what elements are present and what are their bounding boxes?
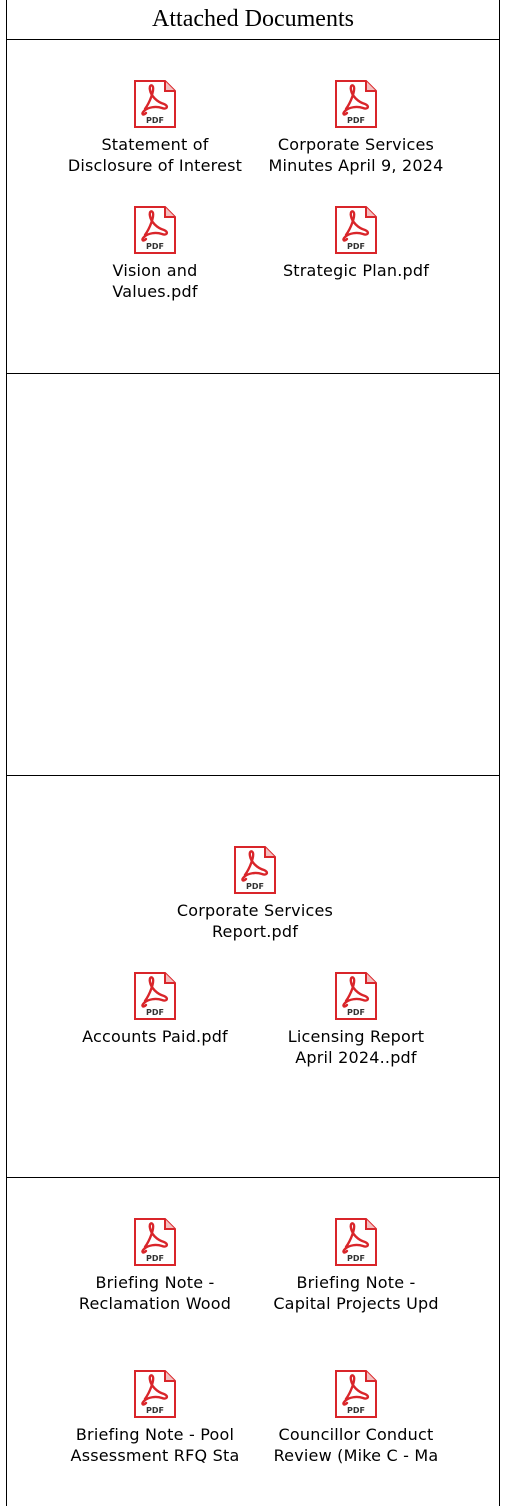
document-corporate-services-report[interactable]: Corporate Services Report.pdf bbox=[157, 846, 353, 942]
pdf-icon bbox=[133, 1370, 177, 1418]
pdf-icon bbox=[133, 972, 177, 1020]
document-briefing-note-reclamation[interactable]: Briefing Note - Reclamation Wood bbox=[57, 1218, 253, 1314]
document-vision-and-values[interactable]: Vision and Values.pdf bbox=[57, 206, 253, 302]
document-label: Briefing Note - Reclamation Wood bbox=[78, 1273, 232, 1313]
documents-section-4: Briefing Note - Reclamation Wood Briefin… bbox=[7, 1178, 499, 1506]
pdf-icon bbox=[334, 206, 378, 254]
document-briefing-note-capital-projects[interactable]: Briefing Note - Capital Projects Upd bbox=[258, 1218, 454, 1314]
document-corporate-services-minutes[interactable]: Corporate Services Minutes April 9, 2024 bbox=[258, 80, 454, 176]
document-label: Briefing Note - Pool Assessment RFQ Sta bbox=[70, 1425, 240, 1465]
pdf-icon bbox=[334, 1218, 378, 1266]
document-briefing-note-pool[interactable]: Briefing Note - Pool Assessment RFQ Sta bbox=[57, 1370, 253, 1466]
pdf-icon bbox=[233, 846, 277, 894]
document-label: Councillor Conduct Review (Mike C - Ma bbox=[273, 1425, 439, 1465]
document-label: Strategic Plan.pdf bbox=[282, 261, 430, 280]
document-licensing-report[interactable]: Licensing Report April 2024..pdf bbox=[258, 972, 454, 1068]
document-label: Corporate Services Report.pdf bbox=[176, 901, 334, 941]
pdf-icon bbox=[133, 80, 177, 128]
document-strategic-plan[interactable]: Strategic Plan.pdf bbox=[258, 206, 454, 281]
documents-section-2 bbox=[7, 374, 499, 776]
document-statement-of-disclosure[interactable]: Statement of Disclosure of Interest bbox=[57, 80, 253, 176]
pdf-icon bbox=[133, 1218, 177, 1266]
pdf-icon bbox=[334, 972, 378, 1020]
document-label: Briefing Note - Capital Projects Upd bbox=[273, 1273, 439, 1313]
documents-section-3: Corporate Services Report.pdf Accounts P… bbox=[7, 776, 499, 1178]
document-accounts-paid[interactable]: Accounts Paid.pdf bbox=[57, 972, 253, 1047]
document-label: Corporate Services Minutes April 9, 2024 bbox=[268, 135, 444, 175]
pdf-icon bbox=[334, 1370, 378, 1418]
pdf-icon bbox=[334, 80, 378, 128]
pdf-icon bbox=[133, 206, 177, 254]
document-label: Accounts Paid.pdf bbox=[82, 1027, 228, 1046]
document-label: Statement of Disclosure of Interest bbox=[67, 135, 243, 175]
documents-section-1: Statement of Disclosure of Interest Corp… bbox=[7, 40, 499, 374]
page-title: Attached Documents bbox=[7, 0, 499, 40]
document-councillor-conduct-review[interactable]: Councillor Conduct Review (Mike C - Ma bbox=[258, 1370, 454, 1466]
document-label: Licensing Report April 2024..pdf bbox=[287, 1027, 425, 1067]
document-label: Vision and Values.pdf bbox=[112, 261, 198, 301]
attached-documents-panel: Attached Documents Statement of Disclosu… bbox=[6, 0, 500, 1506]
